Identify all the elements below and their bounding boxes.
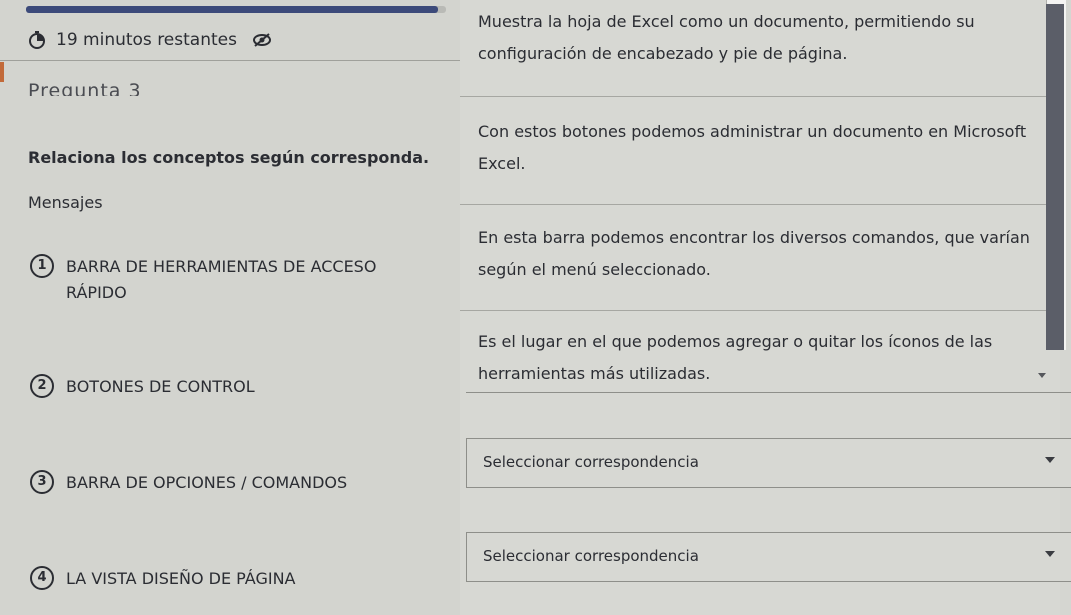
concept-item-2: 2 BOTONES DE CONTROL: [30, 374, 406, 400]
select-placeholder: Seleccionar correspondencia: [483, 453, 699, 471]
chevron-down-icon: [1045, 457, 1055, 463]
dropdown-caret-icon[interactable]: [1038, 373, 1046, 378]
item-label: BARRA DE HERRAMIENTAS DE ACCESO RÁPIDO: [66, 257, 377, 302]
divider: [460, 96, 1046, 97]
select-placeholder: Seleccionar correspondencia: [483, 547, 699, 565]
item-label: BARRA DE OPCIONES / COMANDOS: [66, 473, 348, 492]
concept-item-3: 3 BARRA DE OPCIONES / COMANDOS: [30, 470, 406, 496]
definition-1: Muestra la hoja de Excel como un documen…: [478, 12, 975, 63]
messages-label: Mensajes: [28, 193, 103, 212]
item-number-badge: 4: [30, 566, 54, 590]
accent-strip: [0, 62, 4, 82]
item-number-badge: 1: [30, 254, 54, 278]
match-select-4[interactable]: Seleccionar correspondencia: [466, 532, 1071, 582]
divider: [460, 310, 1046, 311]
time-progress-bar: [26, 6, 446, 13]
definition-2: Con estos botones podemos administrar un…: [478, 122, 1027, 173]
item-label: BOTONES DE CONTROL: [66, 377, 255, 396]
instruction-text: Relaciona los conceptos según correspond…: [28, 148, 430, 167]
scrollbar-thumb[interactable]: [1046, 4, 1064, 350]
definition-3: En esta barra podemos encontrar los dive…: [478, 228, 1030, 279]
timer: 19 minutos restantes: [28, 30, 271, 50]
right-panel: [460, 0, 1060, 615]
time-progress-fill: [26, 6, 438, 13]
item-number-badge: 3: [30, 470, 54, 494]
concept-item-1: 1 BARRA DE HERRAMIENTAS DE ACCESO RÁPIDO: [30, 254, 406, 306]
chevron-down-icon: [1045, 551, 1055, 557]
divider: [0, 60, 460, 61]
match-select-3[interactable]: Seleccionar correspondencia: [466, 438, 1071, 488]
concept-item-4: 4 LA VISTA DISEÑO DE PÁGINA: [30, 566, 406, 592]
definition-4: Es el lugar en el que podemos agregar o …: [478, 332, 993, 383]
divider: [460, 204, 1046, 205]
timer-text: 19 minutos restantes: [56, 30, 237, 50]
question-title: Pregunta 3: [28, 80, 142, 96]
hide-timer-icon[interactable]: [252, 33, 271, 47]
divider: [466, 392, 1071, 393]
item-label: LA VISTA DISEÑO DE PÁGINA: [66, 569, 296, 588]
item-number-badge: 2: [30, 374, 54, 398]
stopwatch-icon: [29, 31, 45, 49]
